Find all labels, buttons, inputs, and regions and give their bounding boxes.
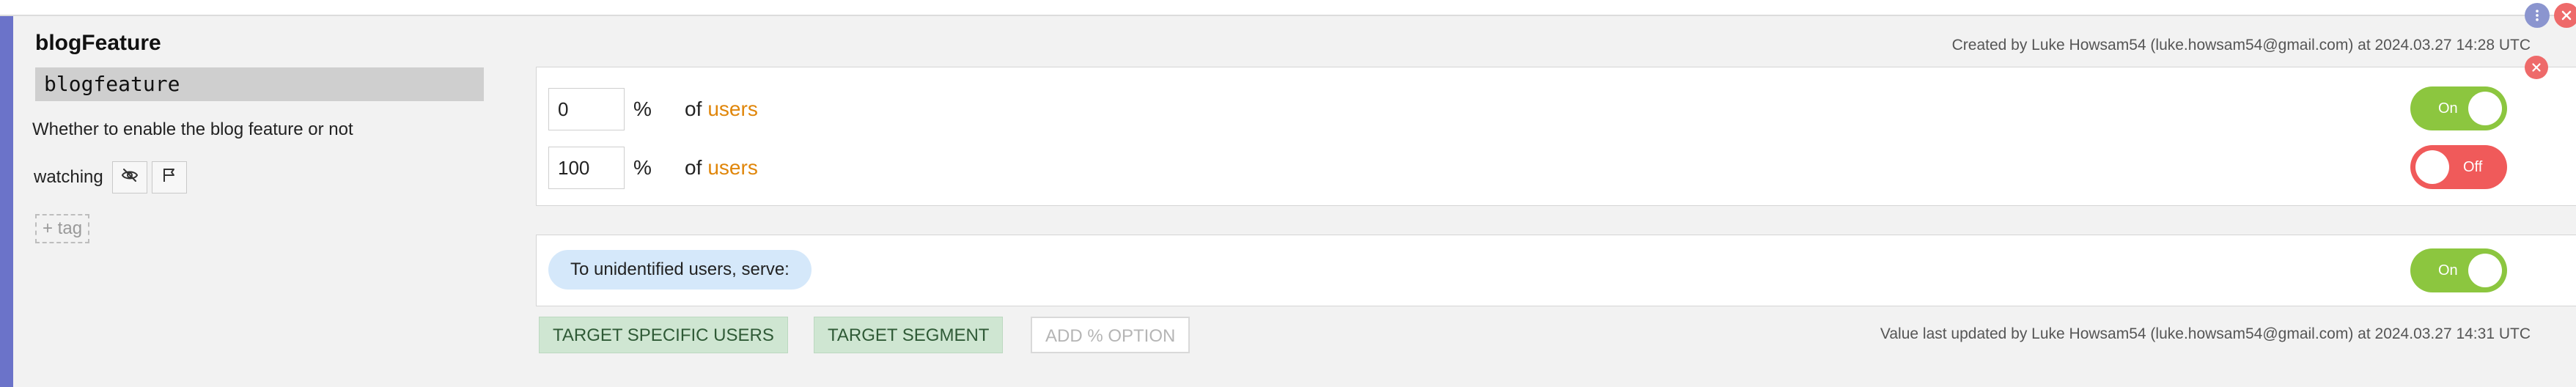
users-link[interactable]: users — [707, 97, 757, 121]
target-segment-button[interactable]: TARGET SEGMENT — [814, 317, 1004, 353]
flag-name: blogFeature — [35, 31, 161, 55]
percent-sign: % — [633, 97, 652, 120]
toggle-knob — [2415, 150, 2449, 184]
rule-toggle-off[interactable]: Off — [2410, 145, 2507, 189]
toggle-knob — [2468, 92, 2502, 125]
percent-input[interactable] — [548, 88, 625, 130]
add-percent-option-button[interactable]: ADD % OPTION — [1031, 317, 1191, 353]
percent-sign: % — [633, 156, 652, 179]
add-tag-button[interactable]: + tag — [35, 214, 90, 243]
flag-icon — [161, 166, 178, 189]
users-link[interactable]: users — [707, 156, 757, 180]
percentage-rules-box: % of users On % of users Off — [536, 67, 2576, 206]
serve-label: To unidentified users, serve: — [548, 250, 812, 290]
serve-toggle[interactable]: On — [2410, 248, 2507, 292]
close-icon[interactable] — [2525, 56, 2548, 79]
card-accent-bar — [0, 16, 13, 387]
card-top-actions — [2525, 3, 2576, 28]
eye-off-icon — [121, 166, 139, 189]
watching-label: watching — [34, 167, 103, 187]
flag-description: Whether to enable the blog feature or no… — [32, 119, 353, 139]
serve-box: To unidentified users, serve: On — [536, 235, 2576, 306]
unwatch-button[interactable] — [111, 161, 147, 194]
rule-row: % of users — [548, 88, 758, 130]
flag-button[interactable] — [151, 161, 187, 194]
toggle-label: Off — [2463, 158, 2483, 175]
percent-input[interactable] — [548, 147, 625, 189]
toggle-label: On — [2438, 100, 2458, 117]
flag-key: blogfeature — [35, 67, 484, 101]
toggle-knob — [2468, 254, 2502, 287]
target-specific-users-button[interactable]: TARGET SPECIFIC USERS — [539, 317, 788, 353]
rule-toggle-on[interactable]: On — [2410, 86, 2507, 130]
created-meta: Created by Luke Howsam54 (luke.howsam54@… — [1951, 37, 2531, 54]
of-label: of — [685, 156, 702, 179]
rule-row: % of users — [548, 147, 758, 189]
vertical-dots-icon[interactable] — [2525, 3, 2550, 28]
toggle-label: On — [2438, 262, 2458, 279]
updated-meta: Value last updated by Luke Howsam54 (luk… — [1880, 325, 2531, 342]
close-icon[interactable] — [2554, 3, 2576, 28]
watch-row: watching — [34, 161, 187, 194]
of-label: of — [685, 97, 702, 120]
